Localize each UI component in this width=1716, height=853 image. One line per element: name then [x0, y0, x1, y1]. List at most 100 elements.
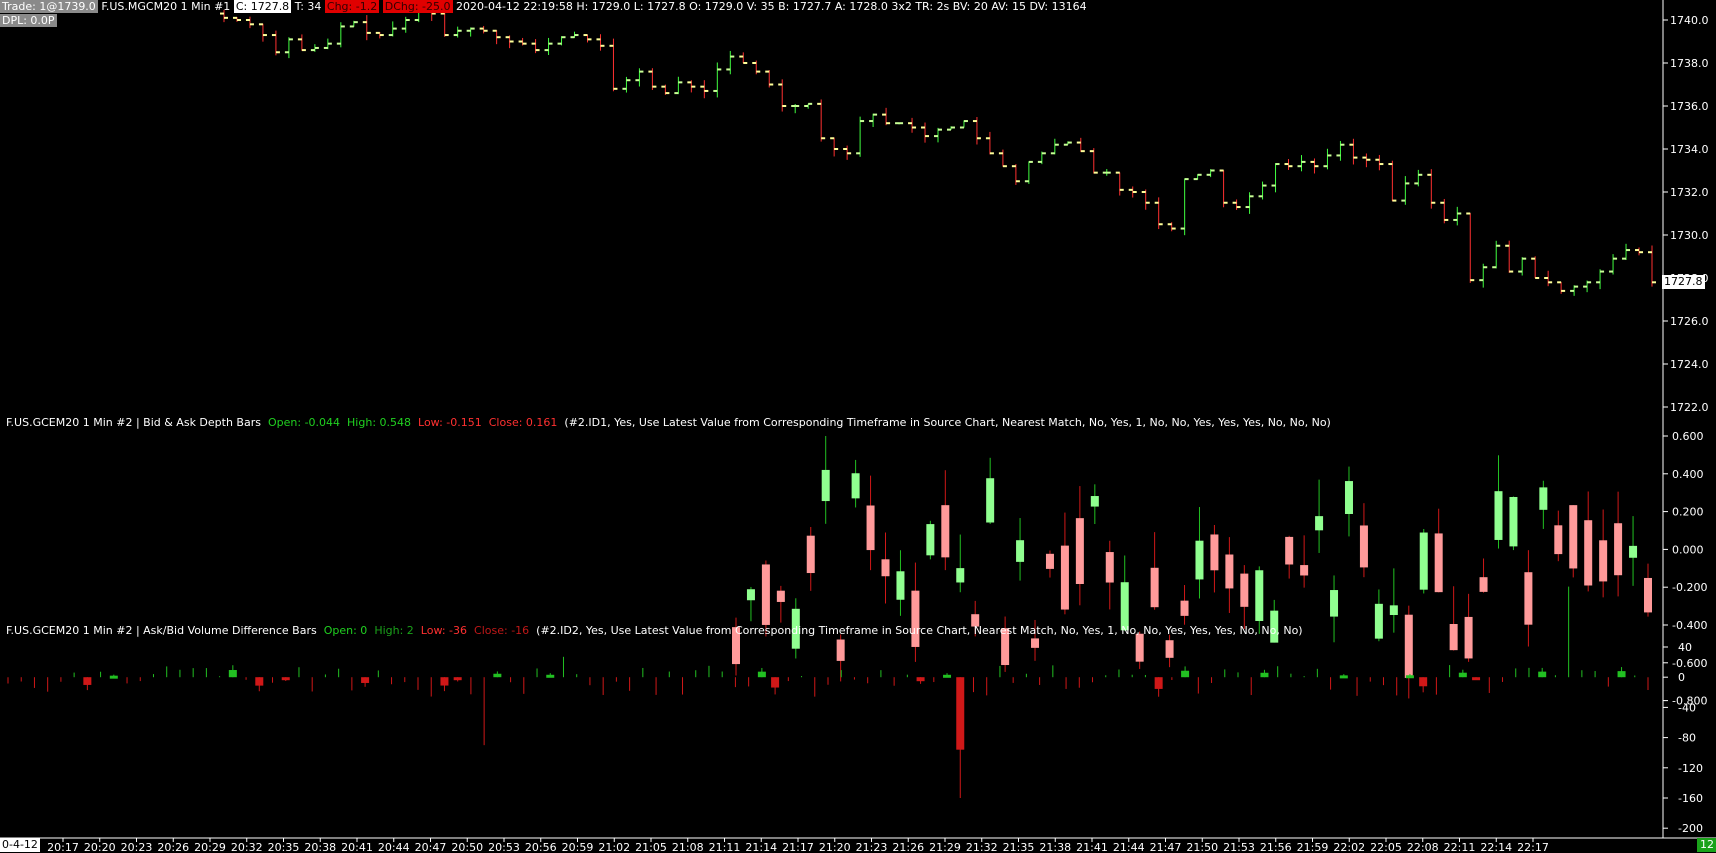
volume-bar: [281, 677, 290, 681]
volume-high: High: 2: [374, 624, 414, 637]
volume-bar-body: [1472, 677, 1481, 681]
date-label: 0-4-12: [0, 838, 40, 852]
time-tick-label: 20:44: [378, 841, 410, 853]
time-tick-label: 21:47: [1150, 841, 1182, 853]
depth-bar: [1614, 491, 1623, 597]
price-bar: [959, 120, 968, 129]
close-badge: C: 1727.8: [233, 0, 292, 13]
price-bar: [622, 76, 631, 93]
price-bar: [466, 27, 475, 37]
depth-bar: [1315, 479, 1324, 553]
time-tick-label: 20:38: [304, 841, 336, 853]
depth-close: Close: 0.161: [488, 416, 558, 429]
depth-bar-body: [1449, 624, 1458, 651]
depth-bar-body: [1359, 525, 1368, 568]
depth-tick-label: 0.400: [1672, 468, 1704, 481]
depth-bar-body: [941, 505, 950, 558]
price-bar: [583, 34, 592, 43]
volume-bar-body: [771, 677, 780, 688]
ticks-label: T: 34: [294, 0, 322, 13]
price-bar: [1427, 169, 1436, 209]
depth-bar: [1045, 550, 1054, 578]
depth-bar: [1060, 512, 1069, 615]
time-tick-label: 21:23: [856, 841, 888, 853]
volume-bar: [453, 677, 462, 682]
depth-bar: [1330, 575, 1339, 643]
depth-bar: [1599, 509, 1608, 598]
depth-bar: [1629, 516, 1638, 586]
price-bar: [388, 21, 397, 37]
price-bar: [557, 36, 566, 46]
time-axis: 20:17 20:20 20:23 20:26 20:29 20:32 20:35 20:38…: [0, 837, 1716, 853]
volume-bar: [1538, 667, 1547, 678]
price-bar: [1037, 151, 1046, 165]
volume-title: F.US.GCEM20 1 Min #2 | Ask/Bid Volume Di…: [6, 624, 317, 637]
depth-bar-body: [1464, 616, 1473, 659]
volume-bar: [255, 677, 264, 692]
price-bar: [1375, 154, 1384, 171]
depth-header: F.US.GCEM20 1 Min #2 | Bid & Ask Depth B…: [6, 416, 1331, 430]
depth-bar: [1150, 532, 1159, 610]
volume-bar: [1181, 666, 1190, 678]
depth-bar-body: [1389, 605, 1398, 616]
price-bar: [934, 127, 942, 143]
depth-bar-body: [986, 478, 995, 523]
depth-bar: [776, 585, 785, 623]
symbol-label: F.US.MGCM20 1 Min: [101, 0, 211, 13]
price-bar: [972, 117, 981, 145]
volume-bar-body: [1405, 675, 1414, 679]
depth-bar-body: [761, 564, 770, 625]
price-bar: [804, 102, 813, 109]
price-bar: [1336, 140, 1345, 161]
price-bar: [1232, 199, 1241, 210]
depth-bar: [1419, 528, 1428, 594]
depth-bar-body: [956, 568, 965, 583]
price-tick-label: 1740.0: [1670, 14, 1709, 27]
depth-bar-body: [1554, 525, 1563, 555]
price-bar: [921, 122, 930, 143]
price-bar: [1050, 138, 1059, 155]
price-bar: [778, 79, 787, 112]
volume-bar-body: [440, 677, 449, 686]
depth-bar-body: [1434, 533, 1443, 593]
price-bar: [245, 16, 254, 29]
price-bar: [1583, 280, 1592, 293]
price-bar: [440, 10, 449, 37]
price-bar: [946, 126, 955, 131]
price-bar: [1284, 159, 1293, 170]
bar-info: 2020-04-12 22:19:58 H: 1729.0 L: 1727.8 …: [456, 0, 1087, 13]
price-bar: [635, 68, 644, 87]
depth-bar: [1404, 605, 1413, 699]
price-bar: [1076, 137, 1085, 153]
volume-tick-label: 40: [1678, 641, 1692, 654]
time-tick-label: 21:29: [929, 841, 961, 853]
price-bars: [220, 6, 1656, 296]
price-bar: [1479, 263, 1488, 288]
price-bar: [1531, 256, 1540, 279]
volume-tick-label: -120: [1678, 762, 1703, 775]
time-tick-label: 20:47: [415, 841, 447, 853]
volume-tick-label: 0: [1678, 671, 1685, 684]
price-bar: [817, 99, 826, 142]
time-tick-label: 22:17: [1517, 841, 1549, 853]
volume-axis: 40 0 -40 -80 -120 -160 -200: [1663, 641, 1703, 835]
depth-bar: [1434, 508, 1443, 593]
price-bar: [232, 16, 241, 22]
time-tick-label: 21:32: [966, 841, 998, 853]
depth-bar: [896, 550, 905, 616]
price-bar: [1440, 198, 1449, 224]
price-bar: [687, 80, 696, 93]
depth-bar: [1300, 535, 1309, 588]
depth-bar: [851, 459, 860, 508]
time-tick-label: 20:35: [268, 841, 300, 853]
depth-high: High: 0.548: [347, 416, 412, 429]
volume-bar: [1339, 674, 1348, 679]
depth-bar-body: [1644, 577, 1652, 613]
time-tick-label: 20:23: [121, 841, 153, 853]
depth-bar-body: [821, 469, 830, 502]
price-bar: [570, 31, 579, 39]
depth-bar-body: [746, 589, 755, 601]
chart-number: #1: [214, 0, 231, 13]
volume-bar: [956, 677, 965, 798]
depth-bar-body: [1300, 565, 1309, 576]
